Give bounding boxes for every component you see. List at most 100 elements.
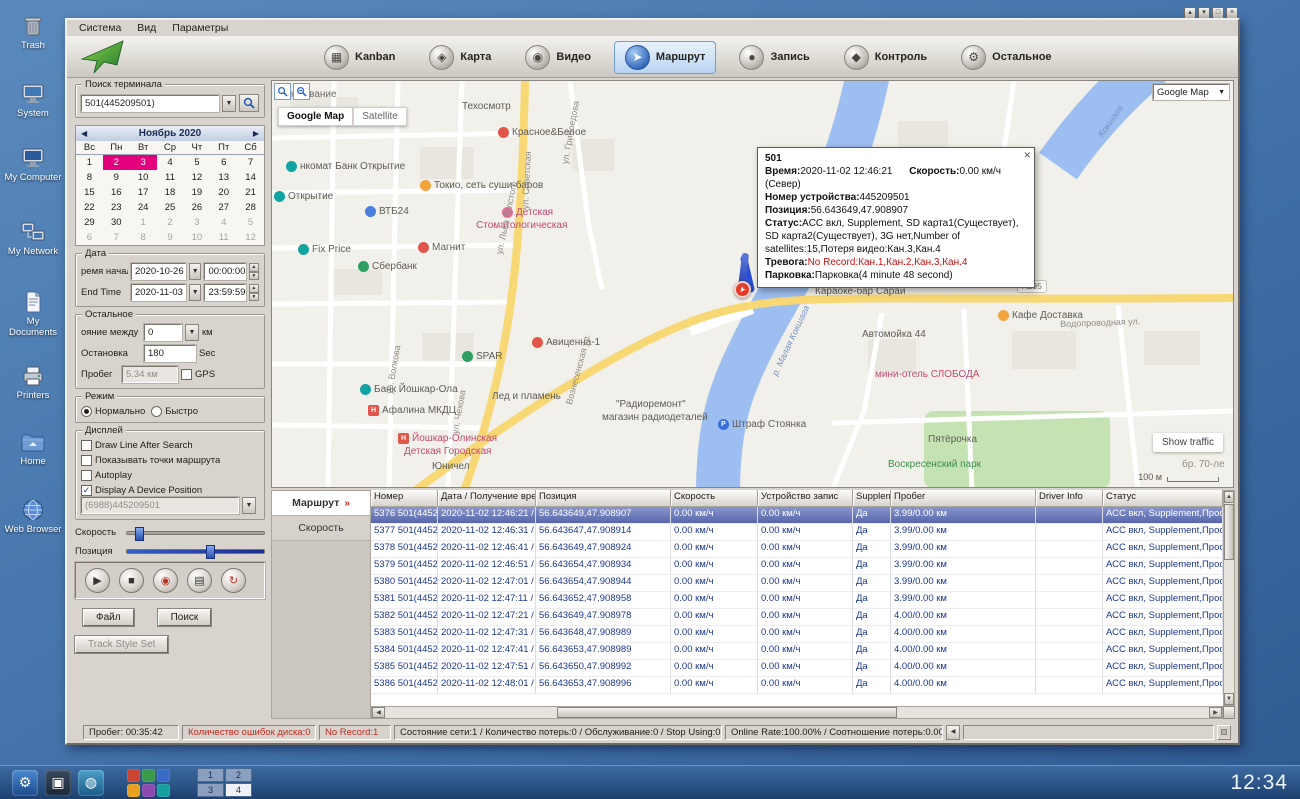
map-provider-select[interactable]: Google Map▼ [1153, 84, 1229, 100]
table-tab[interactable]: Маршрут » [272, 491, 370, 516]
display-option[interactable]: Autoplay [81, 470, 259, 481]
toolbar-button[interactable]: ◈ Карта [418, 41, 502, 74]
position-slider-thumb[interactable] [206, 545, 215, 559]
start-time-field[interactable]: 00:00:00 [204, 263, 245, 280]
map-zoom-select-button[interactable] [274, 83, 291, 100]
table-row[interactable]: 5378 501(4452 2020-11-02 12:46:41 / 20 5… [371, 541, 1223, 558]
table-row[interactable]: 5386 501(4452 2020-11-02 12:48:01 / 20 5… [371, 677, 1223, 694]
desktop-icon-web-browser[interactable]: Web Browser [2, 498, 64, 535]
calendar-day[interactable]: 27 [210, 200, 237, 215]
table-row[interactable]: 5383 501(4452 2020-11-02 12:47:31 / 20 5… [371, 626, 1223, 643]
search-button[interactable]: Поиск [158, 609, 212, 626]
show-traffic-button[interactable]: Show traffic [1153, 433, 1223, 452]
terminal-icon[interactable]: ▣ [45, 770, 71, 796]
menu-item[interactable]: Вид [137, 22, 156, 34]
calendar-prev-icon[interactable]: ◀ [81, 129, 87, 138]
calendar-day[interactable]: 7 [103, 230, 130, 245]
toolbar-button[interactable]: ◉ Видео [514, 41, 602, 74]
calendar-day[interactable]: 13 [210, 170, 237, 185]
terminal-search-button[interactable] [239, 94, 259, 112]
calendar-day[interactable]: 18 [157, 185, 184, 200]
horizontal-scroll-thumb[interactable] [557, 707, 897, 718]
playback-button[interactable]: ↻ [221, 568, 246, 593]
desktop-icon-my-network[interactable]: My Network [2, 220, 64, 257]
calendar-day[interactable]: 25 [157, 200, 184, 215]
calendar-day[interactable]: 26 [183, 200, 210, 215]
start-date-field[interactable]: 2020-10-26 [131, 263, 186, 280]
playback-button[interactable]: ▤ [187, 568, 212, 593]
desktop-icon-home[interactable]: Home [2, 430, 64, 467]
tray-icon-purple[interactable] [142, 784, 155, 797]
resize-grip-icon[interactable] [1217, 725, 1231, 740]
display-option[interactable]: Display A Device Position [81, 485, 259, 496]
calendar-day[interactable]: 17 [130, 185, 157, 200]
table-row[interactable]: 5381 501(4452 2020-11-02 12:47:11 / 20 5… [371, 592, 1223, 609]
calendar-day[interactable]: 1 [76, 155, 103, 170]
calendar-day[interactable]: 11 [210, 230, 237, 245]
tray-icon-orange[interactable] [127, 784, 140, 797]
desktop-icon-my-documents[interactable]: My Documents [2, 290, 64, 338]
calendar-day[interactable]: 22 [76, 200, 103, 215]
scroll-up-icon[interactable]: ▲ [1224, 491, 1234, 503]
map-type-tab[interactable]: Google Map [278, 107, 353, 126]
tray-icon-teal[interactable] [157, 784, 170, 797]
terminal-combo[interactable]: 501(445209501) [81, 95, 219, 112]
calendar-day[interactable]: 21 [237, 185, 264, 200]
start-date-arrow-icon[interactable]: ▼ [189, 263, 201, 280]
tray-icon-blue[interactable] [157, 769, 170, 782]
terminal-combo-arrow-icon[interactable]: ▼ [222, 95, 236, 112]
map-type-tab[interactable]: Satellite [353, 107, 407, 126]
calendar-day[interactable]: 1 [130, 215, 157, 230]
calendar-day[interactable]: 20 [210, 185, 237, 200]
calendar-day[interactable]: 15 [76, 185, 103, 200]
calendar-day[interactable]: 3 [130, 155, 157, 170]
calendar-day[interactable]: 4 [157, 155, 184, 170]
end-time-field[interactable]: 23:59:59 [204, 284, 245, 301]
calendar-day[interactable]: 23 [103, 200, 130, 215]
horizontal-scrollbar[interactable]: ◀ ▶ [371, 706, 1223, 719]
tooltip-close-icon[interactable]: ✕ [1023, 149, 1031, 162]
kmenu-icon[interactable]: ⚙ [12, 770, 38, 796]
calendar-day[interactable]: 5 [183, 155, 210, 170]
table-row[interactable]: 5379 501(4452 2020-11-02 12:46:51 / 20 5… [371, 558, 1223, 575]
distance-select-arrow-icon[interactable]: ▼ [185, 324, 199, 341]
stop-field[interactable]: 180 [144, 345, 196, 362]
calendar-day[interactable]: 7 [237, 155, 264, 170]
calendar-day[interactable]: 2 [103, 155, 130, 170]
calendar-day[interactable]: 5 [237, 215, 264, 230]
gps-checkbox[interactable] [181, 369, 192, 380]
calendar-day[interactable]: 29 [76, 215, 103, 230]
distance-select[interactable]: 0 [144, 324, 182, 341]
desktop-icon-printers[interactable]: Printers [2, 364, 64, 401]
table-row[interactable]: 5377 501(4452 2020-11-02 12:46:31 / 20 5… [371, 524, 1223, 541]
map-area[interactable]: страхование Техосмотр Красное&Белое нком… [271, 80, 1234, 488]
pager-cell[interactable]: 4 [225, 783, 252, 797]
pager-cell[interactable]: 1 [197, 768, 224, 782]
calendar-day[interactable]: 2 [157, 215, 184, 230]
table-row[interactable]: 5376 501(4452 2020-11-02 12:46:21 / 20 5… [371, 507, 1223, 524]
scroll-left-icon[interactable]: ◀ [372, 707, 385, 718]
calendar-day[interactable]: 12 [237, 230, 264, 245]
browser-launcher-icon[interactable]: ◍ [78, 770, 104, 796]
calendar-day[interactable]: 8 [76, 170, 103, 185]
desktop-icon-system[interactable]: System [2, 82, 64, 119]
end-date-field[interactable]: 2020-11-03 [131, 284, 186, 301]
map-zoom-reset-button[interactable] [293, 83, 310, 100]
calendar-day[interactable]: 9 [157, 230, 184, 245]
calendar-day[interactable]: 16 [103, 185, 130, 200]
display-option[interactable]: Показывать точки маршрута [81, 455, 259, 466]
calendar-day[interactable]: 10 [183, 230, 210, 245]
calendar-day[interactable]: 6 [76, 230, 103, 245]
calendar-day[interactable]: 11 [157, 170, 184, 185]
table-row[interactable]: 5380 501(4452 2020-11-02 12:47:01 / 20 5… [371, 575, 1223, 592]
calendar-day[interactable]: 10 [130, 170, 157, 185]
table-row[interactable]: 5384 501(4452 2020-11-02 12:47:41 / 20 5… [371, 643, 1223, 660]
calendar-day[interactable]: 8 [130, 230, 157, 245]
calendar-day[interactable]: 28 [237, 200, 264, 215]
start-time-stepper[interactable]: ▲▼ [249, 263, 259, 280]
calendar-next-icon[interactable]: ▶ [253, 129, 259, 138]
calendar-day[interactable]: 14 [237, 170, 264, 185]
desktop-icon-my-computer[interactable]: My Computer [2, 146, 64, 183]
playback-button[interactable]: ◉ [153, 568, 178, 593]
tray-icon-red[interactable] [127, 769, 140, 782]
